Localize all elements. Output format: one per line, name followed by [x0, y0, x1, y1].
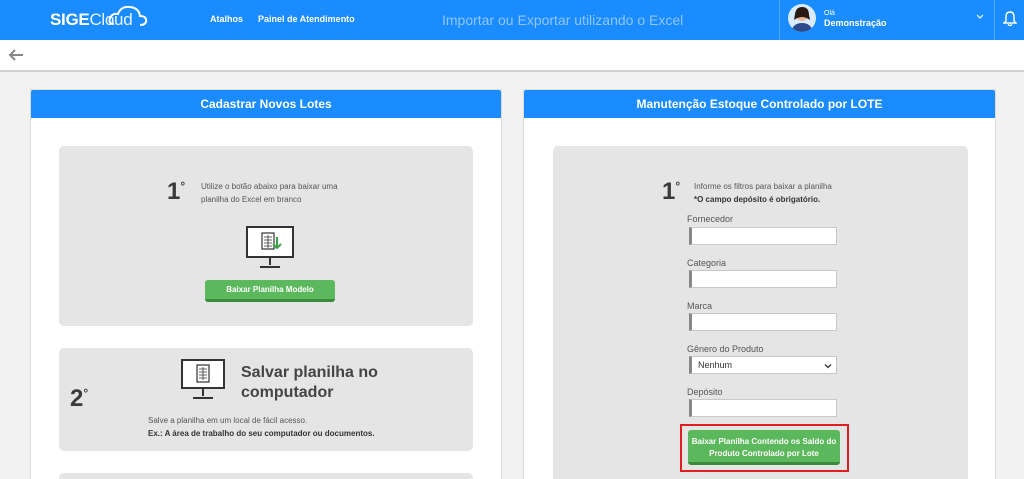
step-number: 1° [662, 178, 681, 205]
step2-title: Salvar planilha no computador [241, 364, 378, 401]
filters-instructions: Informe os filtros para baixar a planilh… [694, 182, 832, 204]
deposito-label: Depósito [687, 387, 723, 397]
notifications-button[interactable] [994, 0, 1024, 40]
user-greeting: Olá [824, 10, 835, 17]
monitor-file-icon [181, 359, 225, 399]
bell-icon [1003, 11, 1017, 27]
baixar-planilha-modelo-button[interactable]: Baixar Planilha Modelo [205, 280, 335, 302]
panel-title: Cadastrar Novos Lotes [31, 90, 501, 118]
cloud-icon [108, 5, 148, 26]
categoria-input[interactable] [689, 270, 837, 288]
user-menu[interactable]: Olá Demonstração [779, 0, 994, 40]
chevron-down-icon[interactable] [975, 12, 985, 22]
fornecedor-label: Fornecedor [687, 214, 734, 224]
step-number: 1° [167, 178, 186, 205]
panel-title: Manutenção Estoque Controlado por LOTE [524, 90, 995, 118]
sub-bar [0, 40, 1024, 72]
highlight-box [680, 424, 849, 472]
top-bar: SIGECloud Atalhos Painel de Atendimento … [0, 0, 1024, 40]
chevron-down-icon [824, 364, 832, 369]
marca-input[interactable] [689, 313, 837, 331]
fornecedor-input[interactable] [689, 227, 837, 245]
marca-label: Marca [687, 301, 713, 311]
categoria-label: Categoria [687, 258, 727, 268]
monitor-download-icon [246, 226, 294, 268]
user-name: Demonstração [824, 18, 887, 28]
genero-selected-value: Nenhum [698, 360, 733, 370]
genero-label: Gênero do Produto [687, 344, 764, 354]
page-heading: Importar ou Exportar utilizando o Excel [442, 12, 684, 28]
step3-card [59, 473, 473, 479]
logo-text-bold: SIGE [50, 10, 90, 29]
genero-select[interactable]: Nenhum [689, 356, 837, 374]
nav-atalhos[interactable]: Atalhos [210, 14, 243, 24]
step-number: 2° [70, 385, 89, 412]
deposito-input[interactable] [689, 399, 837, 417]
step2-instructions: Salve a planilha em um local de fácil ac… [148, 416, 375, 438]
sige-cloud-logo[interactable]: SIGECloud [50, 5, 148, 34]
nav-painel-atendimento[interactable]: Painel de Atendimento [258, 14, 355, 24]
step1-instructions: Utilize o botão abaixo para baixar uma p… [201, 182, 338, 204]
avatar [788, 4, 816, 32]
back-arrow-icon[interactable] [7, 47, 25, 63]
